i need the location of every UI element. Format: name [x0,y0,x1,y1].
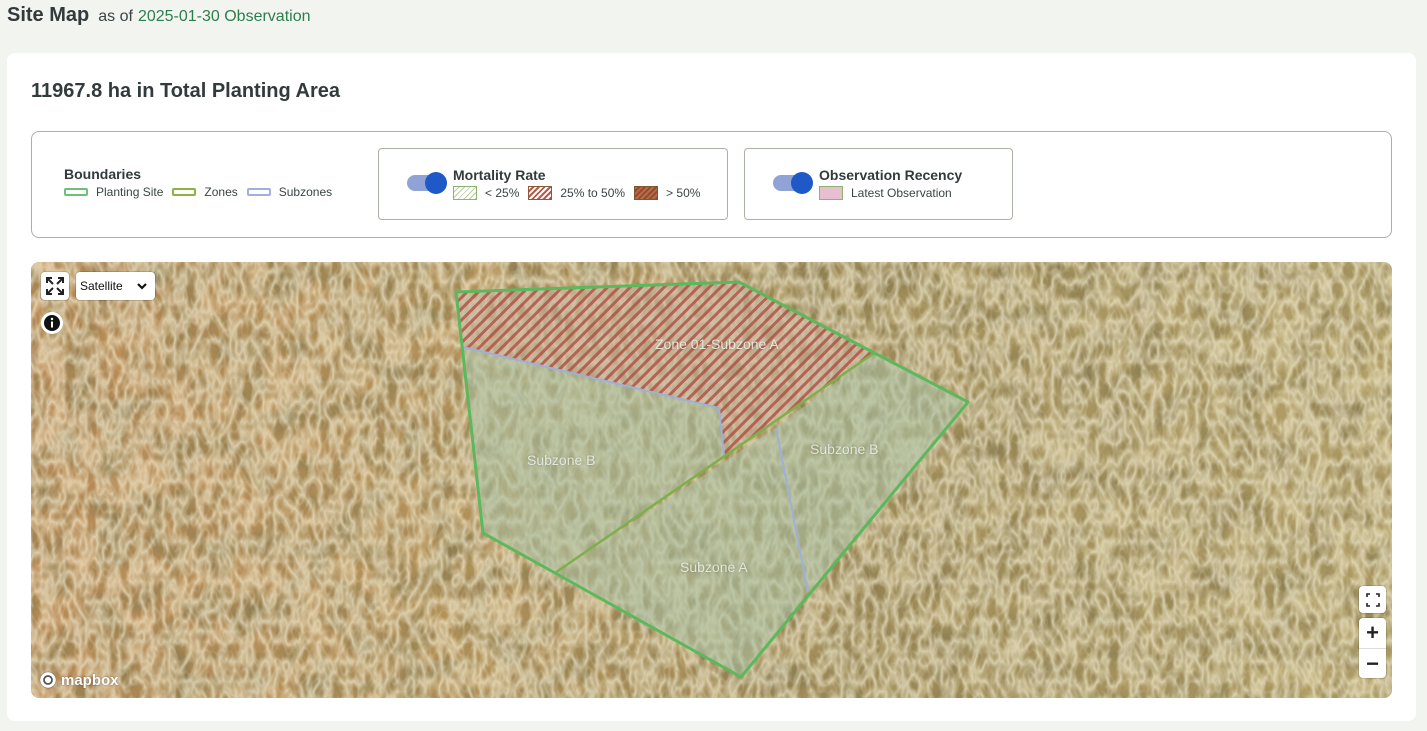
map-label-subzone-b-east: Subzone B [810,441,879,457]
legend-item-subzones: Subzones [246,185,333,199]
total-planting-area-heading: 11967.8 ha in Total Planting Area [31,80,340,102]
legend-item-high-mortality: > 50% [634,186,700,200]
legend-item-planting-site: Planting Site [64,185,163,199]
mapbox-logo-icon [39,671,57,689]
satellite-imagery [31,262,1392,698]
expand-icon [46,277,64,295]
toggle-knob [425,172,447,194]
satellite-map[interactable]: Zone 01-Subzone A Subzone B Subzone B Su… [31,262,1392,698]
observation-date-link[interactable]: 2025-01-30 Observation [138,8,311,26]
planting-site-swatch [64,188,88,196]
observation-recency-toggle[interactable] [773,172,813,194]
map-style-value: Satellite [80,279,123,293]
mid-mortality-swatch [528,186,553,200]
map-style-select[interactable]: Satellite [76,272,155,300]
legend-label: Subzones [278,185,333,199]
legend-label: Latest Observation [851,186,952,200]
map-info-button[interactable] [41,312,63,334]
mortality-rate-title: Mortality Rate [453,167,546,183]
page-title: Site Map [7,4,90,26]
page-header: Site Map as of 2025-01-30 Observation [7,4,311,27]
mapbox-attribution[interactable]: mapbox [39,671,119,689]
expand-map-button[interactable] [41,272,69,300]
observation-recency-title: Observation Recency [819,167,963,183]
zones-swatch [172,188,197,196]
site-map-card: 11967.8 ha in Total Planting Area Bounda… [7,53,1416,721]
observation-recency-legend: Observation Recency Latest Observation [744,148,1013,220]
boundaries-legend: Boundaries Planting Site Zones Subzones [64,166,341,199]
low-mortality-swatch [453,186,477,200]
high-mortality-swatch [634,186,659,200]
mapbox-text: mapbox [61,671,119,689]
map-label-subzone-a: Subzone A [680,559,748,575]
map-legend: Boundaries Planting Site Zones Subzones [31,131,1392,238]
latest-observation-swatch [819,186,843,200]
legend-label: < 25% [485,186,520,200]
legend-label: Planting Site [96,185,164,199]
legend-label: 25% to 50% [560,186,626,200]
fullscreen-icon [1365,592,1380,607]
legend-item-low-mortality: < 25% [453,186,519,200]
legend-item-mid-mortality: 25% to 50% [528,186,625,200]
as-of-label: as of [98,8,133,25]
toggle-knob [791,172,813,194]
zoom-out-button[interactable]: − [1359,649,1386,679]
map-label-subzone-b-west: Subzone B [527,452,596,468]
boundaries-title: Boundaries [64,166,142,182]
legend-label: > 50% [666,186,701,200]
chevron-down-icon [137,283,147,290]
legend-label: Zones [204,185,238,199]
legend-item-zones: Zones [172,185,238,199]
zoom-controls: + − [1359,618,1386,678]
zoom-in-button[interactable]: + [1359,618,1386,648]
mortality-rate-legend: Mortality Rate < 25% 25% to 50% > 50% [378,148,728,220]
legend-item-latest-observation: Latest Observation [819,186,952,200]
map-label-zone-01-subzone-a: Zone 01-Subzone A [655,336,779,352]
mortality-rate-toggle[interactable] [407,172,447,194]
info-icon [44,315,60,331]
subzones-swatch [246,188,271,196]
fullscreen-button[interactable] [1359,586,1386,613]
